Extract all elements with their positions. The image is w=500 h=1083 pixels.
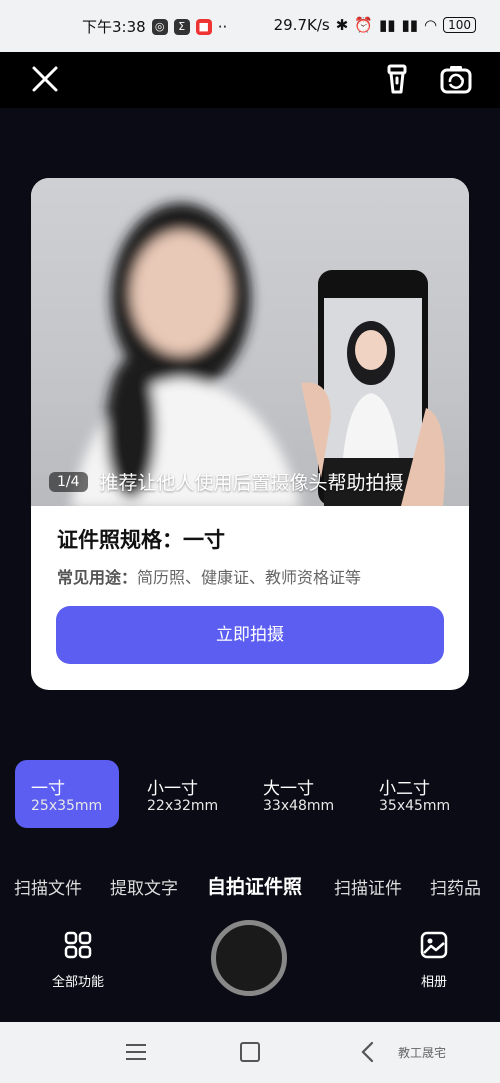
photo-caption: 1/4 推荐让他人使用后置摄像头帮助拍摄 <box>49 468 404 495</box>
flashlight-icon <box>387 64 407 94</box>
size-dim: 35x45mm <box>379 798 451 814</box>
size-dim: 22x32mm <box>147 798 219 814</box>
size-option-small-2cun[interactable]: 小二寸 35x45mm <box>363 760 467 828</box>
switch-camera-icon <box>440 66 472 94</box>
size-option-small-1cun[interactable]: 小一寸 22x32mm <box>131 760 235 828</box>
size-dim: 33x48mm <box>263 798 335 814</box>
spec-title: 证件照规格：一寸 <box>57 528 225 552</box>
system-nav-bar: 教工晟宅 <box>0 1022 500 1083</box>
size-name: 大一寸 <box>263 779 314 799</box>
close-icon <box>32 66 58 92</box>
sample-photo-illustration <box>71 203 445 508</box>
id-photo-card: 1/4 推荐让他人使用后置摄像头帮助拍摄 证件照规格：一寸 常见用途：简历照、健… <box>31 178 469 690</box>
alarm-icon: ⏰ <box>354 16 373 34</box>
page-indicator: 1/4 <box>49 471 88 492</box>
signal-hd-icon: ▮▮ <box>378 16 396 34</box>
size-dim: 25x35mm <box>31 798 103 814</box>
tab-scan-document[interactable]: 扫描文件 <box>14 874 82 899</box>
battery-level: 100 <box>448 18 471 32</box>
tab-selfie-id-photo[interactable]: 自拍证件照 <box>207 872 302 899</box>
tab-scan-medicine[interactable]: 扫药品 <box>430 874 481 899</box>
shutter-button[interactable] <box>211 920 287 996</box>
home-icon[interactable] <box>240 1042 260 1062</box>
sigma-icon: Σ <box>173 18 190 35</box>
album-icon <box>420 931 448 959</box>
size-option-1cun[interactable]: 一寸 25x35mm <box>15 760 119 828</box>
camera-top-bar <box>0 52 500 108</box>
status-bar: 下午3:38 ◎ Σ ■ ·· 29.7K/s ✱ ⏰ ▮▮ ▮▮ ◠ 100 <box>0 0 500 52</box>
album-button[interactable]: 相册 <box>404 931 464 990</box>
wechat-icon: ◎ <box>151 18 168 35</box>
back-icon[interactable] <box>358 1040 378 1064</box>
size-options: 一寸 25x35mm 小一寸 22x32mm 大一寸 33x48mm 小二寸 3… <box>0 760 500 830</box>
size-name: 一寸 <box>31 779 65 799</box>
tab-scan-id[interactable]: 扫描证件 <box>334 874 402 899</box>
news-icon: ■ <box>195 18 212 35</box>
size-name: 小二寸 <box>379 779 430 799</box>
grid-icon <box>64 931 92 959</box>
switch-camera-button[interactable] <box>438 62 474 98</box>
size-option-large-1cun[interactable]: 大一寸 33x48mm <box>247 760 351 828</box>
spec-usage: 常见用途：简历照、健康证、教师资格证等 <box>57 564 361 588</box>
size-name: 小一寸 <box>147 779 198 799</box>
flashlight-button[interactable] <box>380 62 414 96</box>
signal-hd-icon: ▮▮ <box>401 16 418 34</box>
bluetooth-icon: ✱ <box>335 16 349 34</box>
mode-tabs: 扫描文件 提取文字 自拍证件照 扫描证件 扫药品 <box>0 870 500 900</box>
watermark: 教工晟宅 <box>398 1046 447 1060</box>
menu-icon[interactable] <box>124 1042 148 1062</box>
usage-label: 常见用途： <box>57 568 138 587</box>
bottom-actions: 全部功能 相册 <box>0 915 500 1010</box>
status-time: 下午3:38 <box>82 18 146 36</box>
dots-icon: ·· <box>217 17 228 36</box>
all-functions-button[interactable]: 全部功能 <box>48 931 108 990</box>
close-button[interactable] <box>28 62 62 96</box>
shoot-now-button[interactable]: 立即拍摄 <box>56 606 444 664</box>
album-label: 相册 <box>420 975 447 990</box>
sample-photo: 1/4 推荐让他人使用后置摄像头帮助拍摄 <box>31 178 469 508</box>
all-functions-label: 全部功能 <box>51 975 104 990</box>
battery-icon: 100 <box>443 17 476 33</box>
network-speed: 29.7K/s <box>273 16 330 34</box>
usage-text: 简历照、健康证、教师资格证等 <box>137 568 362 587</box>
caption-text: 推荐让他人使用后置摄像头帮助拍摄 <box>99 472 404 494</box>
tab-extract-text[interactable]: 提取文字 <box>110 874 178 899</box>
wifi-icon: ◠ <box>424 16 438 34</box>
